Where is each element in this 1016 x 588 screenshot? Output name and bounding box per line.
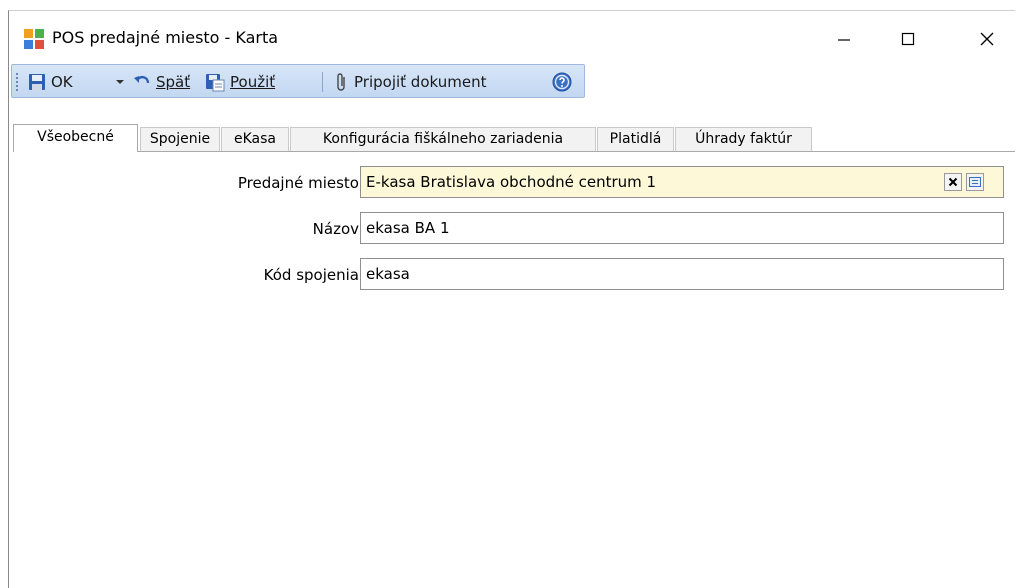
- back-label: Späť: [156, 73, 191, 91]
- toolbar-grip[interactable]: [16, 73, 18, 91]
- attach-label: Pripojiť dokument: [354, 73, 487, 91]
- ok-button[interactable]: OK: [28, 71, 73, 93]
- close-icon: [948, 167, 958, 197]
- pos-card-window: POS predajné miesto - Karta OK Späť Použ…: [8, 10, 1015, 588]
- back-button[interactable]: Späť: [133, 71, 190, 93]
- maximize-icon: [900, 31, 916, 47]
- help-button[interactable]: [552, 71, 572, 93]
- app-grid-icon: [23, 28, 45, 50]
- lookup-button[interactable]: [966, 173, 984, 191]
- maximize-button[interactable]: [885, 19, 931, 59]
- kod-spojenia-value: ekasa: [366, 265, 410, 283]
- apply-label: Použiť: [230, 73, 276, 91]
- tab-vseobecne[interactable]: Všeobecné: [13, 124, 138, 152]
- close-icon: [979, 31, 995, 47]
- attach-document-button[interactable]: Pripojiť dokument: [335, 71, 486, 93]
- ok-label: OK: [51, 73, 73, 91]
- window-title: POS predajné miesto - Karta: [52, 28, 279, 47]
- tab-uhrady-faktur[interactable]: Úhrady faktúr: [675, 127, 812, 151]
- title-bar[interactable]: POS predajné miesto - Karta: [9, 11, 1015, 63]
- apply-icon: [205, 72, 225, 92]
- nazov-field[interactable]: ekasa BA 1: [360, 212, 1004, 244]
- help-icon: [552, 72, 572, 92]
- save-icon: [28, 73, 46, 91]
- toolbar-separator: [322, 72, 323, 92]
- toolbar: OK Späť Použiť Pripojiť dokument: [11, 64, 585, 98]
- nazov-value: ekasa BA 1: [366, 219, 450, 237]
- tab-konfiguracia[interactable]: Konfigurácia fiškálneho zariadenia: [290, 127, 596, 151]
- tab-spojenie[interactable]: Spojenie: [140, 127, 220, 151]
- chevron-down-icon[interactable]: [116, 80, 124, 84]
- close-button[interactable]: [964, 19, 1010, 59]
- nazov-label: Názov: [312, 220, 359, 238]
- predajne-miesto-label: Predajné miesto: [237, 174, 359, 192]
- predajne-miesto-field[interactable]: E-kasa Bratislava obchodné centrum 1: [360, 166, 1004, 198]
- clear-button[interactable]: [944, 173, 962, 191]
- tab-platidla[interactable]: Platidlá: [597, 127, 674, 151]
- paperclip-icon: [335, 72, 349, 92]
- minimize-button[interactable]: [821, 19, 867, 59]
- kod-spojenia-field[interactable]: ekasa: [360, 258, 1004, 290]
- undo-icon: [133, 73, 151, 91]
- card-icon: [969, 167, 981, 197]
- apply-button[interactable]: Použiť: [205, 71, 275, 93]
- predajne-miesto-value: E-kasa Bratislava obchodné centrum 1: [366, 173, 657, 191]
- tab-ekasa[interactable]: eKasa: [221, 127, 289, 151]
- kod-spojenia-label: Kód spojenia: [263, 266, 359, 284]
- minimize-icon: [836, 31, 852, 47]
